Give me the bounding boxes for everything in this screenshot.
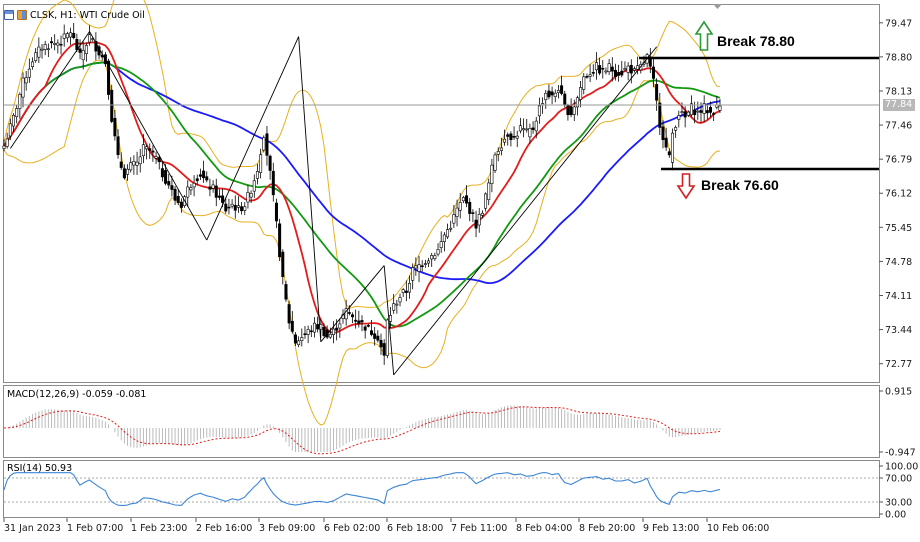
- price-tick-label: 77.46: [885, 121, 912, 132]
- price-tick-label: 74.11: [885, 291, 912, 302]
- rsi-label: RSI(14) 50.93: [7, 463, 72, 474]
- candle: [110, 84, 114, 124]
- time-tick-label: 6 Feb 18:00: [387, 523, 443, 534]
- osc-tick-label: -0.947: [885, 448, 916, 459]
- price-tick-label: 75.45: [885, 223, 912, 234]
- time-tick-label: 2 Feb 16:00: [196, 523, 252, 534]
- chart-header: CLSK, H1: WTI Crude Oil: [4, 7, 145, 23]
- chart-window: 79.47 78.80 78.13 77.46 76.79 76.12 75.45 74.78…: [0, 0, 920, 542]
- time-tick-label: 1 Feb 07:00: [67, 523, 123, 534]
- timeframe-label: H1:: [60, 9, 77, 21]
- time-tick-label: 7 Feb 11:00: [451, 523, 507, 534]
- time-tick-label: 8 Feb 20:00: [579, 523, 635, 534]
- time-tick-label: 31 Jan 2023: [4, 523, 61, 534]
- break-down-label: Break 76.60: [701, 177, 779, 193]
- break-up-label: Break 78.80: [717, 33, 795, 49]
- price-tick-label: 76.12: [885, 189, 912, 200]
- price-tick-label: 78.13: [885, 86, 912, 97]
- price-tick-label: 78.80: [885, 52, 912, 63]
- macd-label: MACD(12,26,9) -0.059 -0.081: [7, 389, 146, 400]
- candle: [278, 218, 282, 262]
- symbol-label: CLSK,: [30, 9, 58, 21]
- chart-window-icon[interactable]: [4, 10, 14, 20]
- osc-tick-label: 0.00: [885, 510, 906, 521]
- price-tick-label: 74.78: [885, 257, 912, 268]
- time-tick-label: 9 Feb 13:00: [643, 523, 699, 534]
- osc-tick-label: 70.00: [885, 474, 912, 485]
- time-tick-label: 6 Feb 02:00: [324, 523, 380, 534]
- osc-tick-label: 100.00: [885, 462, 918, 473]
- osc-tick-label: 30.00: [885, 498, 912, 509]
- osc-tick-label: 0.915: [885, 387, 912, 398]
- price-tick-label: 79.47: [885, 18, 912, 29]
- time-tick-label: 8 Feb 04:00: [516, 523, 572, 534]
- time-tick-label: 10 Feb 06:00: [707, 523, 769, 534]
- candle: [262, 135, 266, 153]
- candle: [385, 318, 389, 359]
- price-tick-label: 72.77: [885, 359, 912, 370]
- time-tick-label: 1 Feb 23:00: [131, 523, 187, 534]
- current-price-tag: 77.84: [883, 99, 915, 111]
- price-tick-label: 73.44: [885, 325, 912, 336]
- candle: [493, 152, 497, 174]
- instrument-label: WTI Crude Oil: [79, 9, 145, 21]
- chart-type-icon[interactable]: [17, 10, 27, 20]
- price-tick-label: 76.79: [885, 155, 912, 166]
- time-tick-label: 3 Feb 09:00: [259, 523, 315, 534]
